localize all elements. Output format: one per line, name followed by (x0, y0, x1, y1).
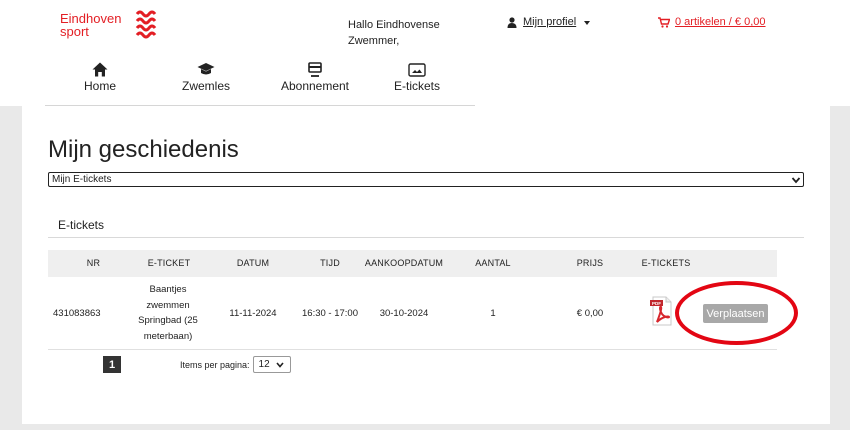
nav-item-zwemles[interactable]: Zwemles (178, 62, 234, 93)
cell-aantal: 1 (490, 307, 496, 319)
nav-item-e-tickets[interactable]: E-tickets (389, 62, 445, 93)
column-header-e-tickets: E-TICKETS (641, 258, 691, 268)
cart-link[interactable]: 0 artikelen / € 0,00 (658, 16, 766, 28)
graduation-cap-icon (197, 63, 215, 75)
greeting-line-1: Hallo Eindhovense (348, 19, 440, 31)
cell-tijd: 16:30 - 17:00 (302, 307, 358, 319)
chevron-down-icon (276, 361, 284, 368)
history-type-select-value: Mijn E-tickets (52, 173, 112, 185)
column-header-tijd: TIJD (320, 258, 340, 268)
brand-line-2: sport (60, 24, 89, 39)
pagination-page-button[interactable]: 1 (103, 356, 121, 373)
profile-link[interactable]: Mijn profiel (523, 16, 576, 28)
row-divider (48, 349, 777, 350)
verplaatsen-button[interactable]: Verplaatsen (703, 304, 768, 323)
chevron-down-icon (791, 176, 801, 183)
items-per-page-label: Items per pagina: (180, 359, 250, 370)
user-icon (507, 16, 517, 28)
cell-e-ticket-line: Baantjes (149, 284, 187, 295)
greeting: Hallo Eindhovense Zwemmer, (348, 17, 458, 49)
history-panel: Mijn geschiedenis Mijn E-tickets E-ticke… (22, 106, 830, 424)
brand-logo[interactable]: Eindhoven sport (60, 12, 121, 38)
home-icon (92, 62, 108, 77)
chevron-down-icon (584, 20, 591, 25)
ticket-icon (408, 63, 426, 77)
cell-e-ticket-line: zwemmen (146, 299, 190, 311)
nav-item-home[interactable]: Home (79, 62, 121, 93)
profile-menu[interactable]: Mijn profiel (507, 16, 591, 28)
items-per-page-value: 12 (258, 359, 270, 370)
nav-label-e-tickets: E-tickets (393, 79, 440, 93)
svg-text:PDF: PDF (652, 301, 661, 306)
table-header: NR E-TICKET DATUM TIJD AANKOOPDATUM AANT… (48, 250, 777, 277)
cell-e-ticket-line: Springbad (25 (138, 315, 198, 326)
section-title: E-tickets (58, 218, 105, 232)
nav-item-abonnement[interactable]: Abonnement (275, 62, 355, 93)
brand-wave-icon (135, 10, 157, 39)
cart-summary[interactable]: 0 artikelen / € 0,00 (675, 16, 766, 28)
cell-nr: 431083863 (53, 307, 101, 319)
column-header-aankoopdatum: AANKOOPDATUM (364, 258, 444, 268)
cell-datum: 11-11-2024 (229, 307, 277, 319)
greeting-line-2: Zwemmer, (348, 35, 400, 47)
card-icon (308, 62, 322, 77)
cell-prijs: € 0,00 (576, 307, 604, 319)
cart-icon (658, 16, 670, 28)
main-nav: Home Zwemles Abonnement E-tickets (45, 62, 475, 106)
pdf-icon[interactable]: PDF (650, 296, 674, 326)
nav-label-zwemles: Zwemles (181, 79, 230, 93)
column-header-e-ticket: E-TICKET (147, 258, 191, 268)
items-per-page-select[interactable]: 12 (252, 356, 291, 373)
cell-e-ticket: Baantjes zwemmen Springbad (25 meterbaan… (121, 277, 215, 349)
history-type-select[interactable]: Mijn E-tickets (48, 172, 804, 187)
column-header-aantal: AANTAL (475, 258, 511, 268)
column-header-datum: DATUM (236, 258, 270, 268)
section-divider (48, 237, 804, 238)
cell-e-ticket-line: meterbaan) (143, 330, 193, 342)
page-title: Mijn geschiedenis (48, 136, 239, 163)
items-per-page: Items per pagina: 12 (180, 356, 291, 373)
nav-label-home: Home (83, 79, 116, 93)
nav-label-abonnement: Abonnement (280, 79, 350, 93)
cell-aankoopdatum: 30-10-2024 (379, 307, 429, 319)
header: Eindhoven sport Hallo Eindhovense Zwemme… (0, 0, 850, 106)
